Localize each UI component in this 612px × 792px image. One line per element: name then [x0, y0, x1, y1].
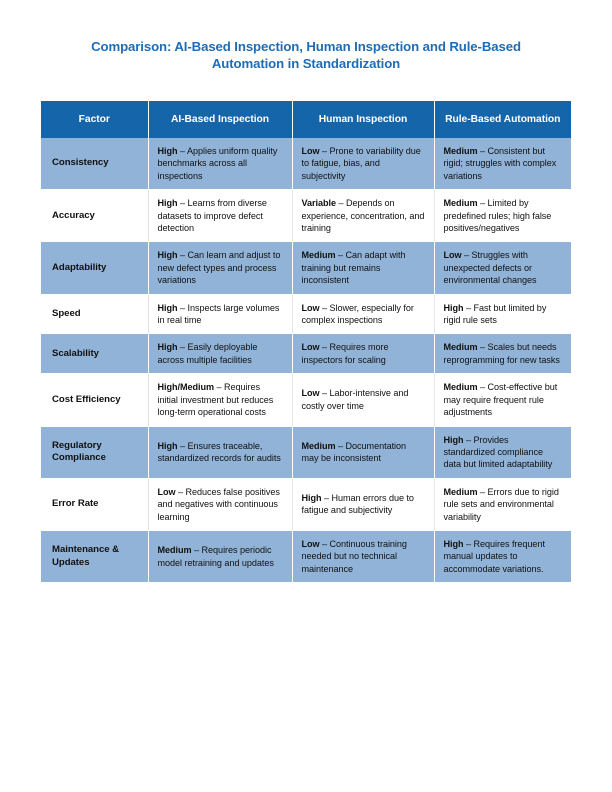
rating-label: Medium: [443, 486, 478, 497]
table-cell-rule: Medium – Errors due to rigid rule sets a…: [434, 478, 571, 531]
table-cell-factor: Cost Efficiency: [41, 373, 149, 427]
table-cell-human: Medium – Can adapt with training but rem…: [292, 241, 435, 295]
table-row: Maintenance & Updates Medium – Requires p…: [41, 530, 571, 583]
table-row: Consistency High – Applies uniform qualit…: [41, 138, 571, 191]
table-cell-rule: Low – Struggles with unexpected defects …: [434, 241, 571, 295]
rating-label: Medium: [443, 198, 478, 209]
table-cell-ai: High – Ensures traceable, standardized r…: [148, 426, 293, 479]
table-cell-human: Medium – Documentation may be inconsiste…: [292, 426, 435, 479]
table-cell-factor: Regulatory Compliance: [41, 426, 149, 479]
rating-label: Low: [301, 342, 320, 353]
table-cell-ai: High – Inspects large volumes in real ti…: [148, 294, 293, 335]
rating-label: Low: [301, 538, 320, 549]
rating-label: High: [157, 302, 178, 313]
table-cell-human: Low – Labor-intensive and costly over ti…: [292, 373, 435, 427]
rating-label: High: [157, 146, 178, 156]
rating-label: High: [443, 302, 464, 313]
rating-label: High: [443, 434, 464, 445]
table-cell-ai: Low – Reduces false positives and negati…: [148, 478, 293, 531]
table-header-row: Factor AI-Based Inspection Human Inspect…: [41, 101, 571, 138]
rating-label: High: [157, 198, 178, 209]
table-cell-factor: Accuracy: [41, 189, 149, 243]
page-title: Comparison: AI-Based Inspection, Human I…: [91, 39, 521, 71]
table-row: Cost Efficiency High/Medium – Requires in…: [41, 373, 571, 427]
table-row: Scalability High – Easily deployable acro…: [41, 333, 571, 375]
column-header-ai-based-inspection: AI-Based Inspection: [148, 101, 293, 138]
rating-label: Low: [301, 146, 320, 156]
table-row: Speed High – Inspects large volumes in re…: [41, 294, 571, 335]
comparison-table: Factor AI-Based Inspection Human Inspect…: [41, 101, 571, 583]
table-cell-human: Low – Requires more inspectors for scali…: [292, 333, 435, 375]
rating-label: Low: [301, 302, 320, 313]
table-body: Consistency High – Applies uniform qualit…: [41, 138, 571, 583]
rating-label: Medium: [157, 545, 192, 556]
table-cell-rule: Medium – Limited by predefined rules; hi…: [434, 189, 571, 243]
table-row: Regulatory Compliance High – Ensures trac…: [41, 426, 571, 479]
rating-label: Medium: [301, 440, 336, 451]
table-cell-rule: Medium – Scales but needs reprogramming …: [434, 333, 571, 375]
table-cell-human: Low – Continuous training needed but no …: [292, 530, 435, 583]
rating-label: High: [301, 492, 322, 503]
document-page: Comparison: AI-Based Inspection, Human I…: [0, 0, 612, 792]
column-header-human-inspection: Human Inspection: [292, 101, 435, 138]
table-cell-ai: High – Applies uniform quality benchmark…: [148, 138, 293, 191]
rating-label: Medium: [301, 250, 336, 261]
rating-label: High/Medium: [157, 382, 215, 393]
rating-label: Medium: [443, 342, 478, 353]
table-cell-factor: Consistency: [41, 138, 149, 191]
table-cell-ai: Medium – Requires periodic model retrain…: [148, 530, 293, 583]
table-cell-human: Variable – Depends on experience, concen…: [292, 189, 435, 243]
table-cell-ai: High/Medium – Requires initial investmen…: [148, 373, 293, 427]
table-cell-human: Low – Slower, especially for complex ins…: [292, 294, 435, 335]
table-row: Accuracy High – Learns from diverse datas…: [41, 189, 571, 243]
table-header: Factor AI-Based Inspection Human Inspect…: [41, 101, 571, 138]
rating-label: Low: [443, 250, 462, 261]
table-row: Adaptability High – Can learn and adjust …: [41, 241, 571, 295]
rating-description: – Prone to variability due to fatigue, b…: [301, 146, 421, 181]
table-cell-ai: High – Can learn and adjust to new defec…: [148, 241, 293, 295]
rating-description: – Reduces false positives and negatives …: [157, 486, 280, 522]
rating-label: Low: [301, 388, 320, 399]
table-cell-ai: High – Learns from diverse datasets to i…: [148, 189, 293, 243]
table-cell-rule: Medium – Cost-effective but may require …: [434, 373, 571, 427]
table-cell-human: Low – Prone to variability due to fatigu…: [292, 138, 435, 191]
table-cell-human: High – Human errors due to fatigue and s…: [292, 478, 435, 531]
table-cell-rule: High – Requires frequent manual updates …: [434, 530, 571, 583]
table-cell-factor: Speed: [41, 294, 149, 335]
table-cell-rule: High – Provides standardized compliance …: [434, 426, 571, 479]
rating-label: Low: [157, 486, 176, 497]
table-cell-rule: High – Fast but limited by rigid rule se…: [434, 294, 571, 335]
column-header-factor: Factor: [41, 101, 149, 138]
column-header-rule-based-automation: Rule-Based Automation: [434, 101, 571, 138]
table-cell-factor: Error Rate: [41, 478, 149, 531]
table-cell-factor: Adaptability: [41, 241, 149, 295]
rating-label: High: [157, 440, 178, 451]
table-cell-rule: Medium – Consistent but rigid; struggles…: [434, 138, 571, 191]
rating-label: High: [443, 538, 464, 549]
rating-label: High: [157, 342, 178, 353]
rating-label: Variable: [301, 198, 337, 209]
rating-label: Medium: [443, 146, 478, 156]
table-cell-factor: Maintenance & Updates: [41, 530, 149, 583]
table-cell-ai: High – Easily deployable across multiple…: [148, 333, 293, 375]
table-row: Error Rate Low – Reduces false positives …: [41, 478, 571, 531]
rating-label: Medium: [443, 382, 478, 393]
table-cell-factor: Scalability: [41, 333, 149, 375]
rating-label: High: [157, 250, 178, 261]
